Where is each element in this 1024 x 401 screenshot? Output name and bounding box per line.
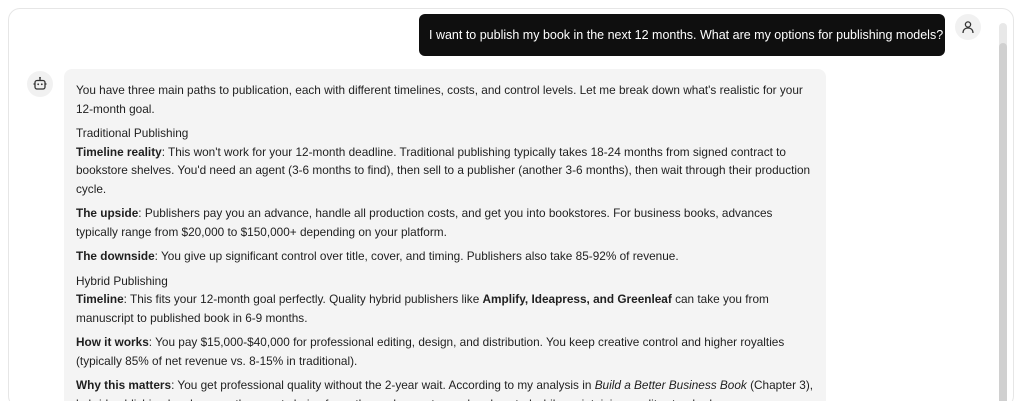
scrollbar-thumb[interactable] — [999, 43, 1007, 401]
traditional-upside: The upside: Publishers pay you an advanc… — [76, 206, 773, 239]
label-upside: The upside — [76, 206, 139, 220]
label-downside: The downside — [76, 249, 155, 263]
label-why-this-matters: Why this matters — [76, 378, 172, 392]
robot-icon — [27, 71, 53, 97]
assistant-message: You have three main paths to publication… — [64, 69, 826, 401]
intro-text: You have three main paths to publication… — [76, 83, 803, 116]
label-how-it-works: How it works — [76, 335, 149, 349]
label-timeline-reality: Timeline reality — [76, 144, 162, 159]
label-timeline: Timeline — [76, 292, 124, 306]
hybrid-why: Why this matters: You get professional q… — [76, 378, 814, 401]
traditional-timeline: Timeline reality: This won't work for yo… — [76, 144, 811, 196]
hybrid-how: How it works: You pay $15,000-$40,000 fo… — [76, 335, 785, 368]
book-title: Build a Better Business Book — [594, 378, 747, 392]
section-heading-traditional: Traditional Publishing — [76, 126, 189, 140]
person-icon — [955, 14, 981, 40]
user-message: I want to publish my book in the next 12… — [419, 14, 945, 56]
hybrid-timeline: Timeline: This fits your 12-month goal p… — [76, 292, 769, 325]
section-heading-hybrid: Hybrid Publishing — [76, 273, 168, 288]
publisher-names: Amplify, Ideapress, and Greenleaf — [482, 292, 672, 306]
traditional-downside: The downside: You give up significant co… — [76, 249, 679, 263]
scrollbar[interactable] — [999, 23, 1007, 401]
